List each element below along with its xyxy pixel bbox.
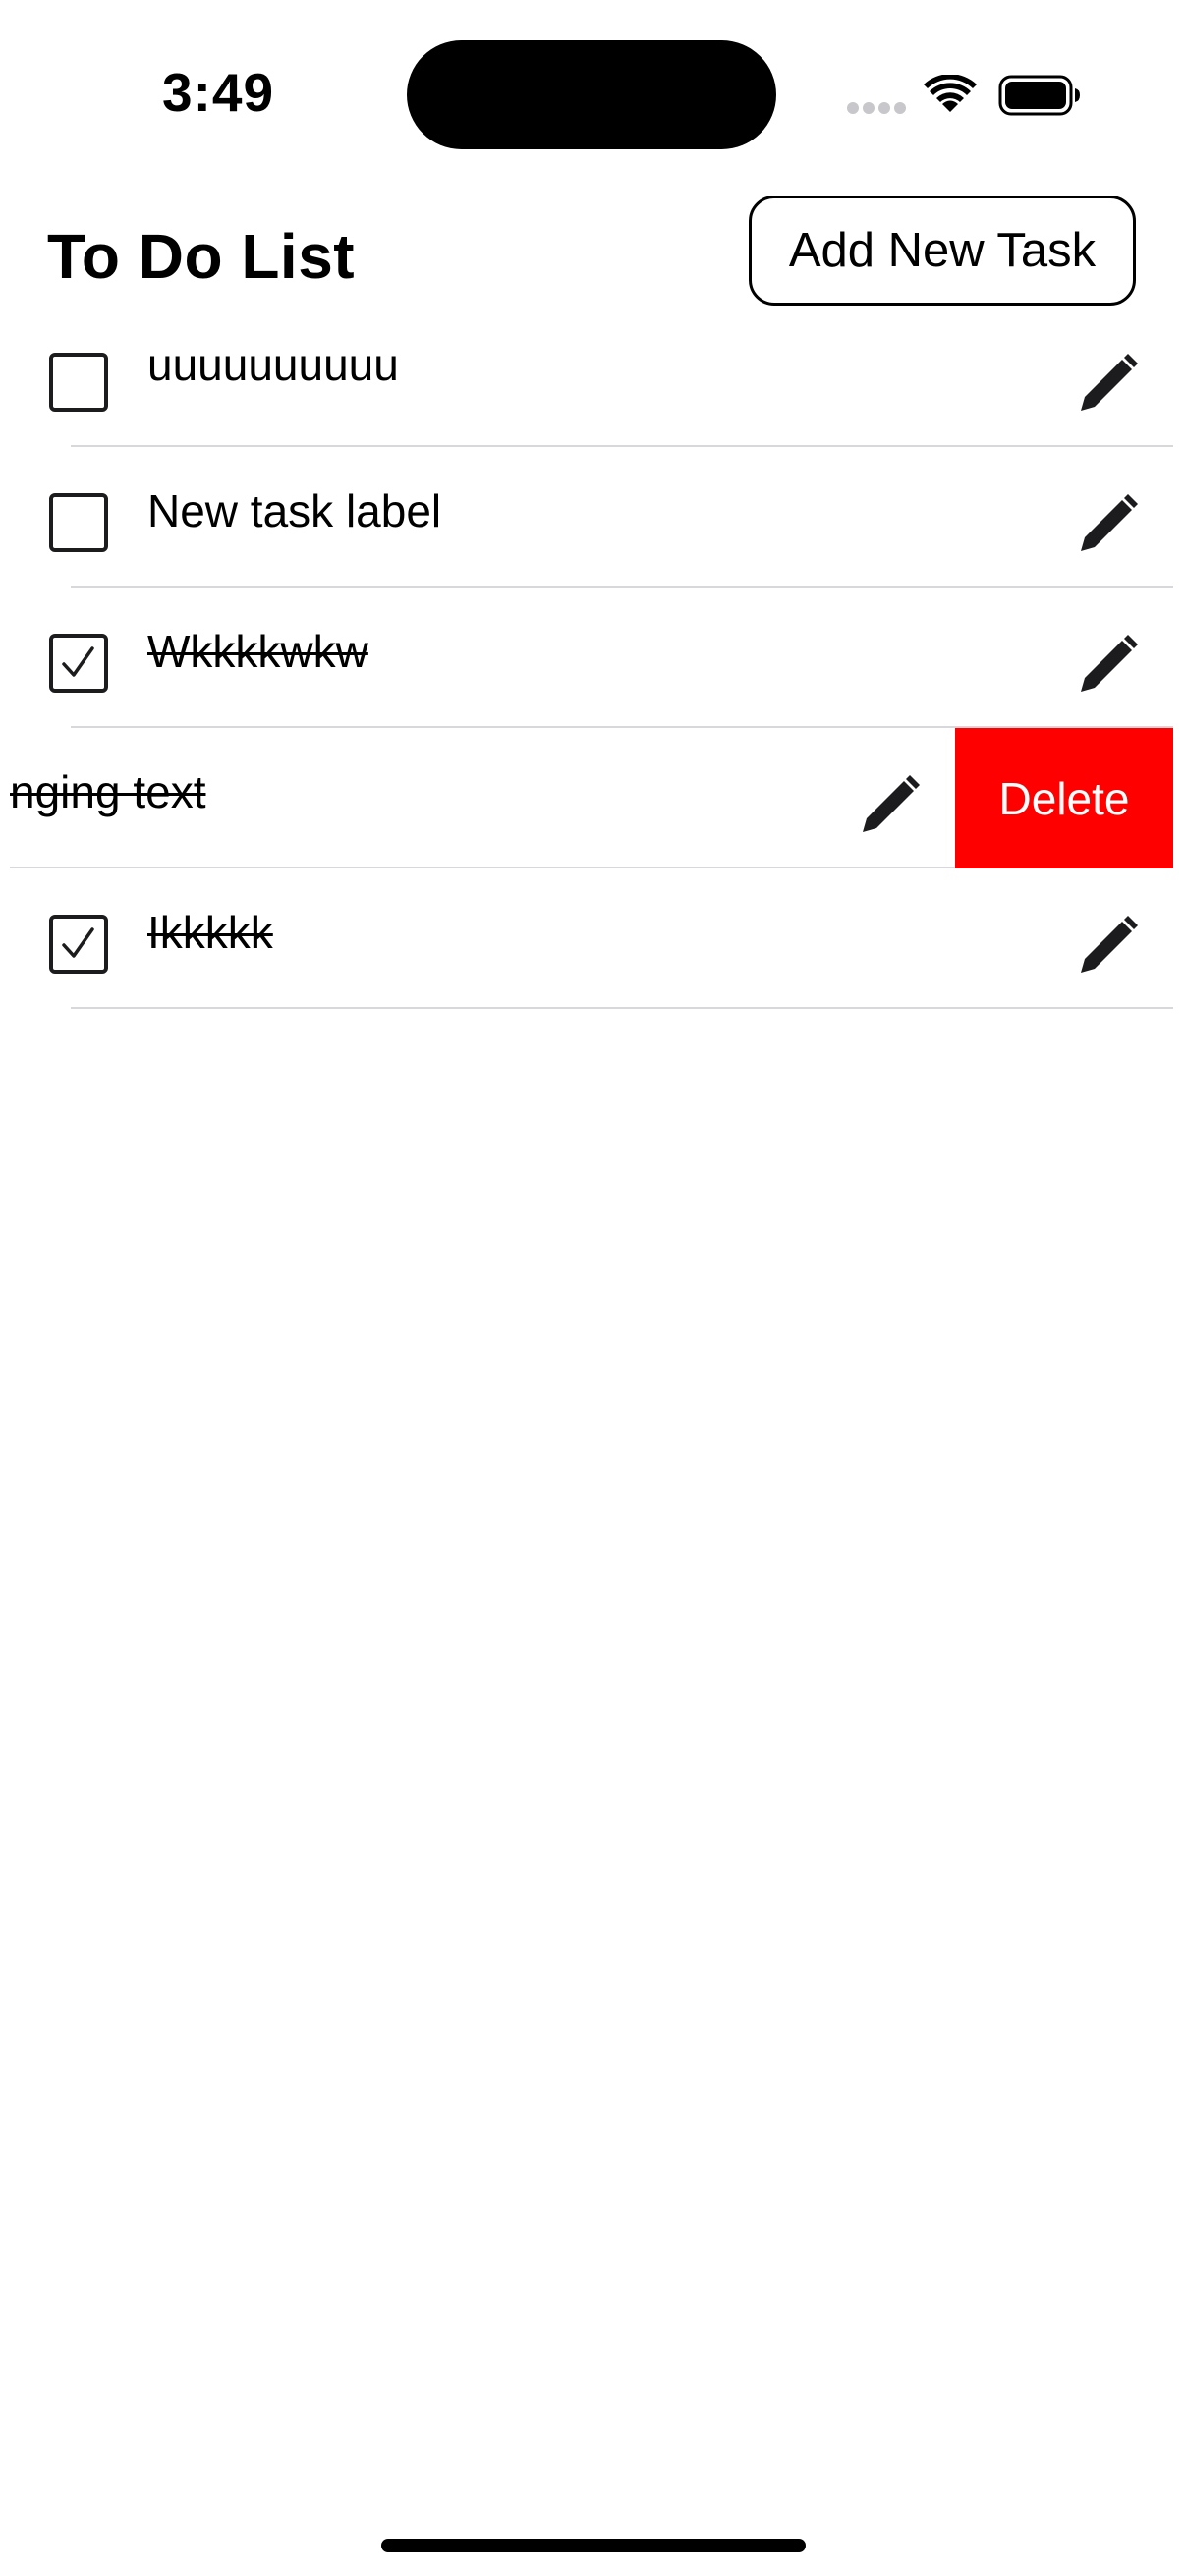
row-separator — [71, 1007, 1173, 1009]
task-checkbox[interactable] — [49, 353, 108, 412]
delete-button[interactable]: Delete — [955, 728, 1173, 868]
task-label: uuuuuuuuuu — [147, 339, 399, 390]
checkmark-icon — [62, 646, 94, 677]
task-label: Wkkkkwkw — [147, 626, 368, 677]
pencil-icon[interactable] — [1077, 916, 1138, 977]
task-checkbox[interactable] — [49, 634, 108, 693]
task-row: Ikkkkk — [0, 868, 1173, 1009]
task-checkbox[interactable] — [49, 493, 108, 552]
task-row: Wkkkkwkw — [0, 588, 1173, 728]
task-label: Ikkkkk — [147, 907, 273, 958]
task-checkbox[interactable] — [49, 915, 108, 974]
task-list: uuuuuuuuuu New task label Wkkkkwkw nging… — [0, 0, 1185, 2576]
task-label: nging text — [10, 766, 206, 817]
app-screen: 3:49 To Do List Add New Task uuuuuuuuuu — [0, 0, 1185, 2576]
task-row: uuuuuuuuuu — [0, 307, 1173, 447]
checkmark-icon — [62, 927, 94, 958]
pencil-icon[interactable] — [1077, 635, 1138, 696]
home-indicator[interactable] — [381, 2539, 806, 2552]
pencil-icon[interactable] — [1077, 354, 1138, 415]
task-row: New task label — [0, 447, 1173, 588]
task-label: New task label — [147, 485, 442, 536]
pencil-icon[interactable] — [859, 775, 920, 836]
pencil-icon[interactable] — [1077, 494, 1138, 555]
